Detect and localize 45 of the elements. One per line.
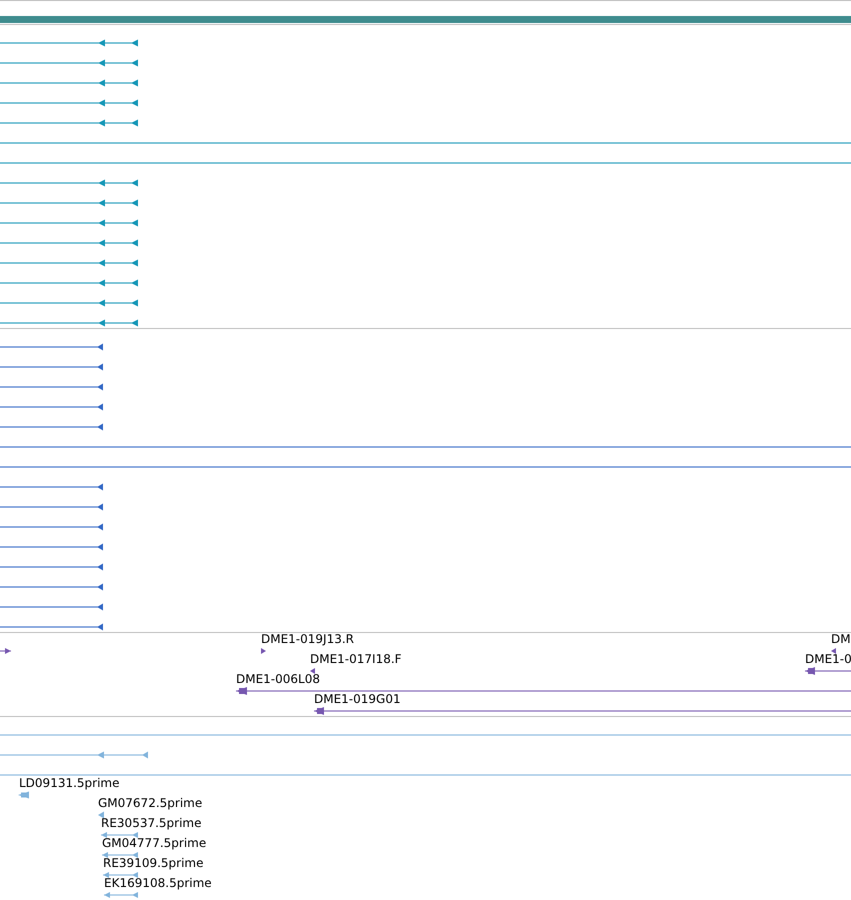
feature-label: DME1-019J13.R [261, 632, 354, 646]
feature-label: DME1-017I18.F [310, 652, 402, 666]
feature-glyph[interactable] [0, 280, 138, 286]
feature-label: GM07672.5prime [98, 796, 202, 810]
feature-glyph[interactable] [0, 200, 138, 206]
feature-label: LD09131.5prime [19, 776, 120, 790]
feature-glyph[interactable] [0, 344, 103, 350]
feature-glyph[interactable] [0, 320, 138, 326]
feature-glyph[interactable] [314, 707, 851, 715]
feature-glyph[interactable] [0, 260, 138, 266]
feature-glyph[interactable] [0, 364, 103, 370]
feature-glyph[interactable] [0, 584, 103, 590]
feature-label: DME1-006L08 [236, 672, 320, 686]
feature-glyph[interactable] [0, 60, 138, 66]
feature-glyph[interactable] [236, 687, 851, 695]
feature-label: GM04777.5prime [102, 836, 206, 850]
feature-glyph[interactable] [0, 404, 103, 410]
feature-glyph[interactable] [0, 80, 138, 86]
feature-glyph[interactable] [0, 100, 138, 106]
feature-label: DME1-0 [805, 652, 851, 666]
feature-label: DM [831, 632, 851, 646]
feature-glyph[interactable] [310, 668, 315, 674]
feature-glyph[interactable] [0, 504, 103, 510]
feature-label: RE39109.5prime [103, 856, 204, 870]
feature-glyph[interactable] [0, 180, 138, 186]
feature-glyph[interactable] [0, 424, 103, 430]
feature-glyph[interactable] [805, 667, 851, 675]
feature-label: EK169108.5prime [104, 876, 212, 890]
feature-glyph[interactable] [0, 484, 103, 490]
feature-glyph[interactable] [0, 604, 103, 610]
feature-glyph[interactable] [0, 120, 138, 126]
feature-glyph[interactable] [0, 564, 103, 570]
feature-glyph[interactable] [0, 384, 103, 390]
feature-glyph[interactable] [831, 648, 836, 654]
feature-glyph[interactable] [261, 648, 266, 654]
feature-glyph[interactable] [0, 240, 138, 246]
feature-glyph[interactable] [0, 524, 103, 530]
feature-glyph[interactable] [0, 40, 138, 46]
feature-glyph[interactable] [0, 624, 103, 630]
feature-glyph[interactable] [0, 648, 11, 654]
feature-label: RE30537.5prime [101, 816, 202, 830]
feature-glyph[interactable] [0, 220, 138, 226]
feature-label: DME1-019G01 [314, 692, 401, 706]
feature-glyph[interactable] [0, 544, 103, 550]
feature-glyph[interactable] [0, 300, 138, 306]
